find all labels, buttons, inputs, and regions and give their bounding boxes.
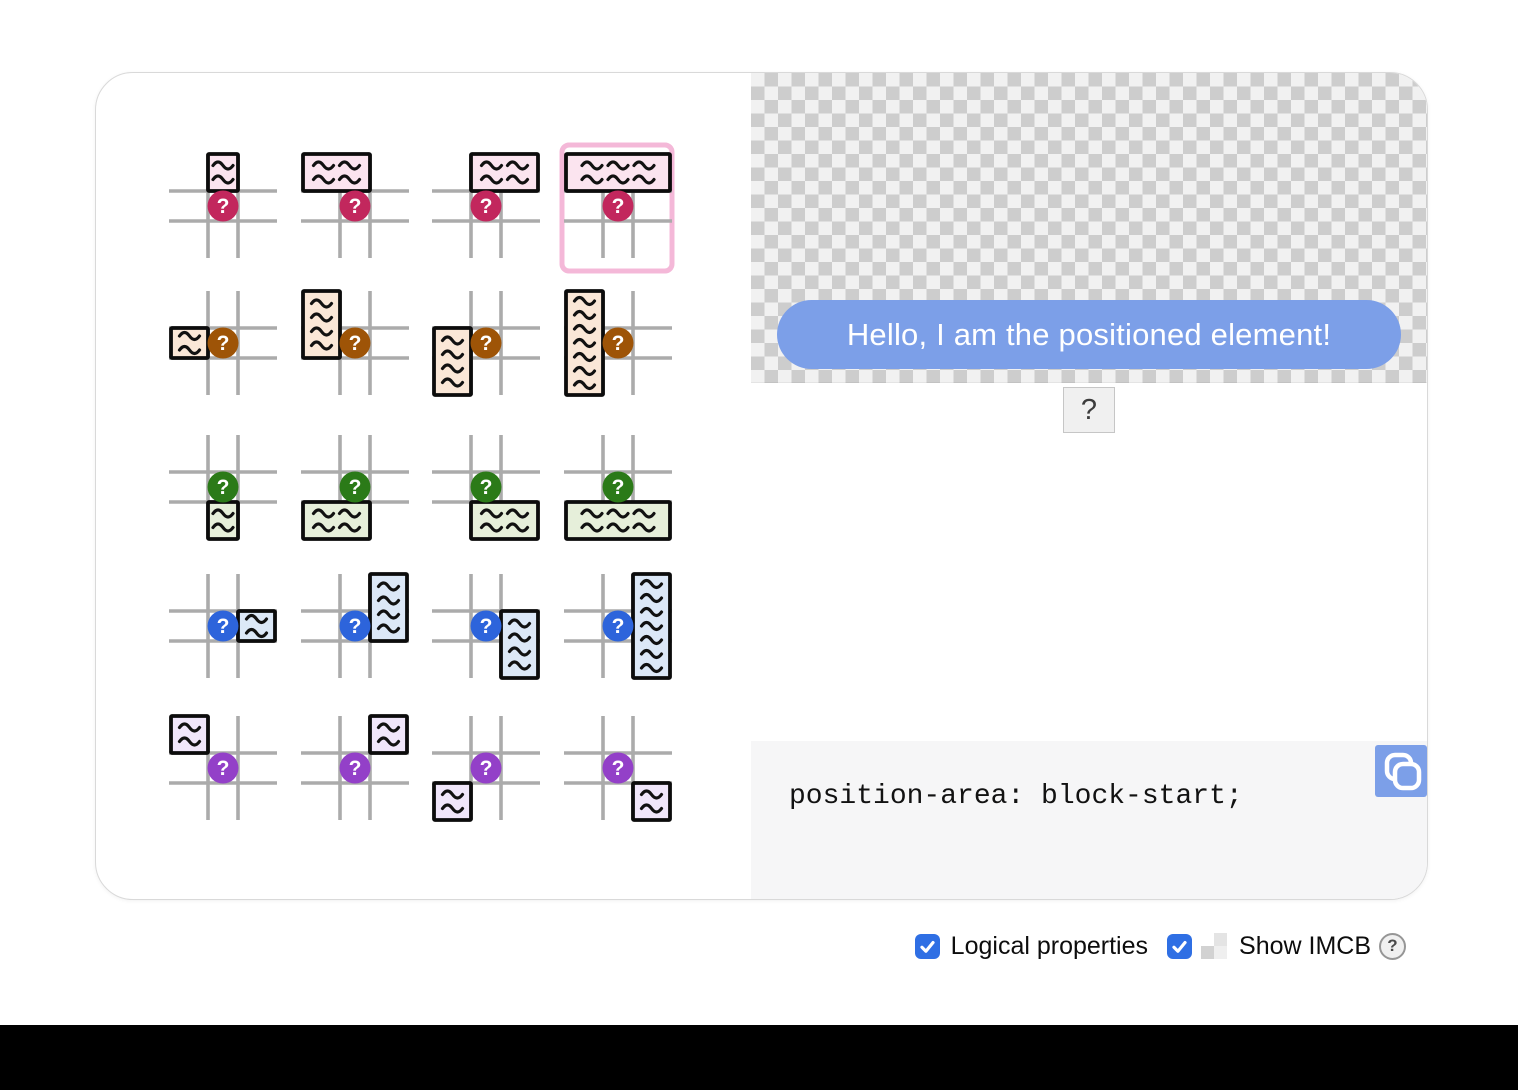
checkmark-icon (1170, 937, 1189, 956)
positioned-box (208, 502, 238, 539)
positioned-box (566, 502, 670, 539)
show-imcb-label: Show IMCB (1239, 932, 1371, 961)
positioned-box (171, 328, 208, 358)
anchor-question-glyph: ? (612, 757, 625, 780)
position-area-option-block-end-inline-start[interactable]: ? (420, 704, 552, 842)
position-area-option-block-start-span-inline-end[interactable]: ? (420, 142, 552, 280)
anchor-label: ? (1081, 394, 1097, 427)
anchor-question-glyph: ? (349, 757, 362, 780)
position-area-option-inline-end-span-block-end[interactable]: ? (420, 562, 552, 700)
anchor-question-glyph: ? (217, 476, 230, 499)
position-area-option-block-start-span-inline-start[interactable]: ? (289, 142, 421, 280)
anchor-question-glyph: ? (612, 195, 625, 218)
anchor-question-glyph: ? (349, 476, 362, 499)
positioned-box (434, 783, 471, 820)
position-area-option-inline-end-span-block-start[interactable]: ? (289, 562, 421, 700)
position-area-option-block-end-span-inline-start[interactable]: ? (289, 423, 421, 561)
position-area-option-block-start[interactable]: ? (157, 142, 289, 280)
positioned-element-text: Hello, I am the positioned element! (847, 317, 1331, 353)
logical-properties-label: Logical properties (951, 932, 1148, 961)
anchor-question-glyph: ? (480, 195, 493, 218)
anchor-question-glyph: ? (217, 615, 230, 638)
anchor-question-glyph: ? (349, 195, 362, 218)
positioned-box (238, 611, 275, 641)
position-area-option-block-start-inline-start[interactable]: ? (157, 704, 289, 842)
positioned-box (370, 716, 407, 753)
positioned-box (633, 783, 670, 820)
anchor-question-glyph: ? (480, 757, 493, 780)
position-area-option-block-end-span-inline-end[interactable]: ? (420, 423, 552, 561)
position-area-option-inline-start-span-block-start[interactable]: ? (289, 279, 421, 417)
imcb-checkerboard-icon (1201, 933, 1227, 959)
position-area-option-inline-start-span-block-end[interactable]: ? (420, 279, 552, 417)
position-area-option-inline-start-span-all[interactable]: ? (552, 279, 684, 417)
tool-card: ? ? ? ? ? ? ? ? ? ? ? (95, 72, 1428, 900)
anchor-question-glyph: ? (480, 615, 493, 638)
positioned-box (566, 154, 670, 191)
copy-icon (1375, 785, 1427, 800)
anchor-question-glyph: ? (612, 476, 625, 499)
position-area-option-block-start-span-all[interactable]: ? (552, 142, 684, 280)
position-area-tool: ? ? ? ? ? ? ? ? ? ? ? (0, 0, 1518, 1090)
anchor-question-glyph: ? (217, 332, 230, 355)
positioned-box (471, 154, 538, 191)
anchor-question-glyph: ? (349, 332, 362, 355)
position-area-option-grid: ? ? ? ? ? ? ? ? ? ? ? (96, 73, 846, 900)
anchor-element[interactable]: ? (1063, 387, 1115, 433)
imcb-help-icon[interactable]: ? (1379, 933, 1406, 960)
positioned-box (471, 502, 538, 539)
logical-properties-checkbox[interactable] (915, 934, 940, 959)
position-area-option-block-end-span-all[interactable]: ? (552, 423, 684, 561)
position-area-option-block-start-inline-end[interactable]: ? (289, 704, 421, 842)
positioned-box (208, 154, 238, 191)
position-area-option-block-end[interactable]: ? (157, 423, 289, 561)
copy-code-button[interactable] (1375, 745, 1427, 797)
anchor-question-glyph: ? (480, 476, 493, 499)
positioned-box (303, 502, 370, 539)
anchor-question-glyph: ? (217, 757, 230, 780)
anchor-question-glyph: ? (612, 615, 625, 638)
positioned-box (171, 716, 208, 753)
position-area-option-block-end-inline-end[interactable]: ? (552, 704, 684, 842)
position-area-option-inline-start[interactable]: ? (157, 279, 289, 417)
positioned-box (303, 154, 370, 191)
position-area-option-inline-end-span-all[interactable]: ? (552, 562, 684, 700)
checkmark-icon (918, 937, 937, 956)
show-imcb-checkbox[interactable] (1167, 934, 1192, 959)
letterbox-bar (0, 1025, 1518, 1090)
position-area-option-inline-end[interactable]: ? (157, 562, 289, 700)
anchor-question-glyph: ? (480, 332, 493, 355)
anchor-question-glyph: ? (349, 615, 362, 638)
css-code-panel: position-area: block-start; (751, 741, 1428, 900)
anchor-question-glyph: ? (612, 332, 625, 355)
positioned-element-pill: Hello, I am the positioned element! (777, 300, 1401, 369)
options-bar: Logical properties Show IMCB ? (915, 926, 1406, 966)
anchor-question-glyph: ? (217, 195, 230, 218)
css-declaration: position-area: block-start; (789, 781, 1428, 812)
